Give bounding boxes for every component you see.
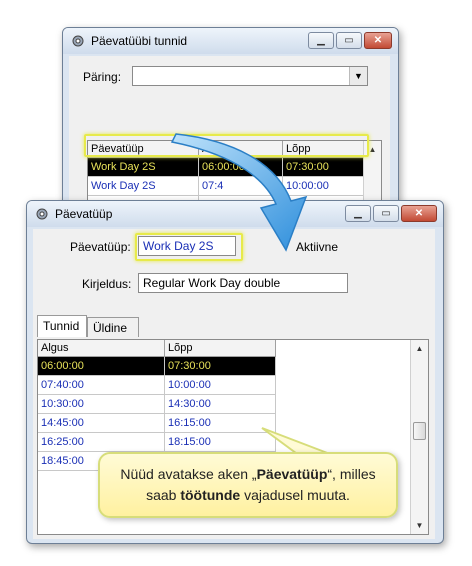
info-callout: Nüüd avatakse aken „Päevatüüp“, milles s… — [98, 452, 398, 518]
tab-hours[interactable]: Tunnid — [37, 315, 87, 337]
callout-text-1: Nüüd avatakse aken „ — [120, 466, 257, 482]
callout-bold-1: Päevatüüp — [256, 466, 328, 482]
callout-text-3: vajadusel muuta. — [240, 487, 350, 503]
callout-bold-2: töötunde — [180, 487, 241, 503]
